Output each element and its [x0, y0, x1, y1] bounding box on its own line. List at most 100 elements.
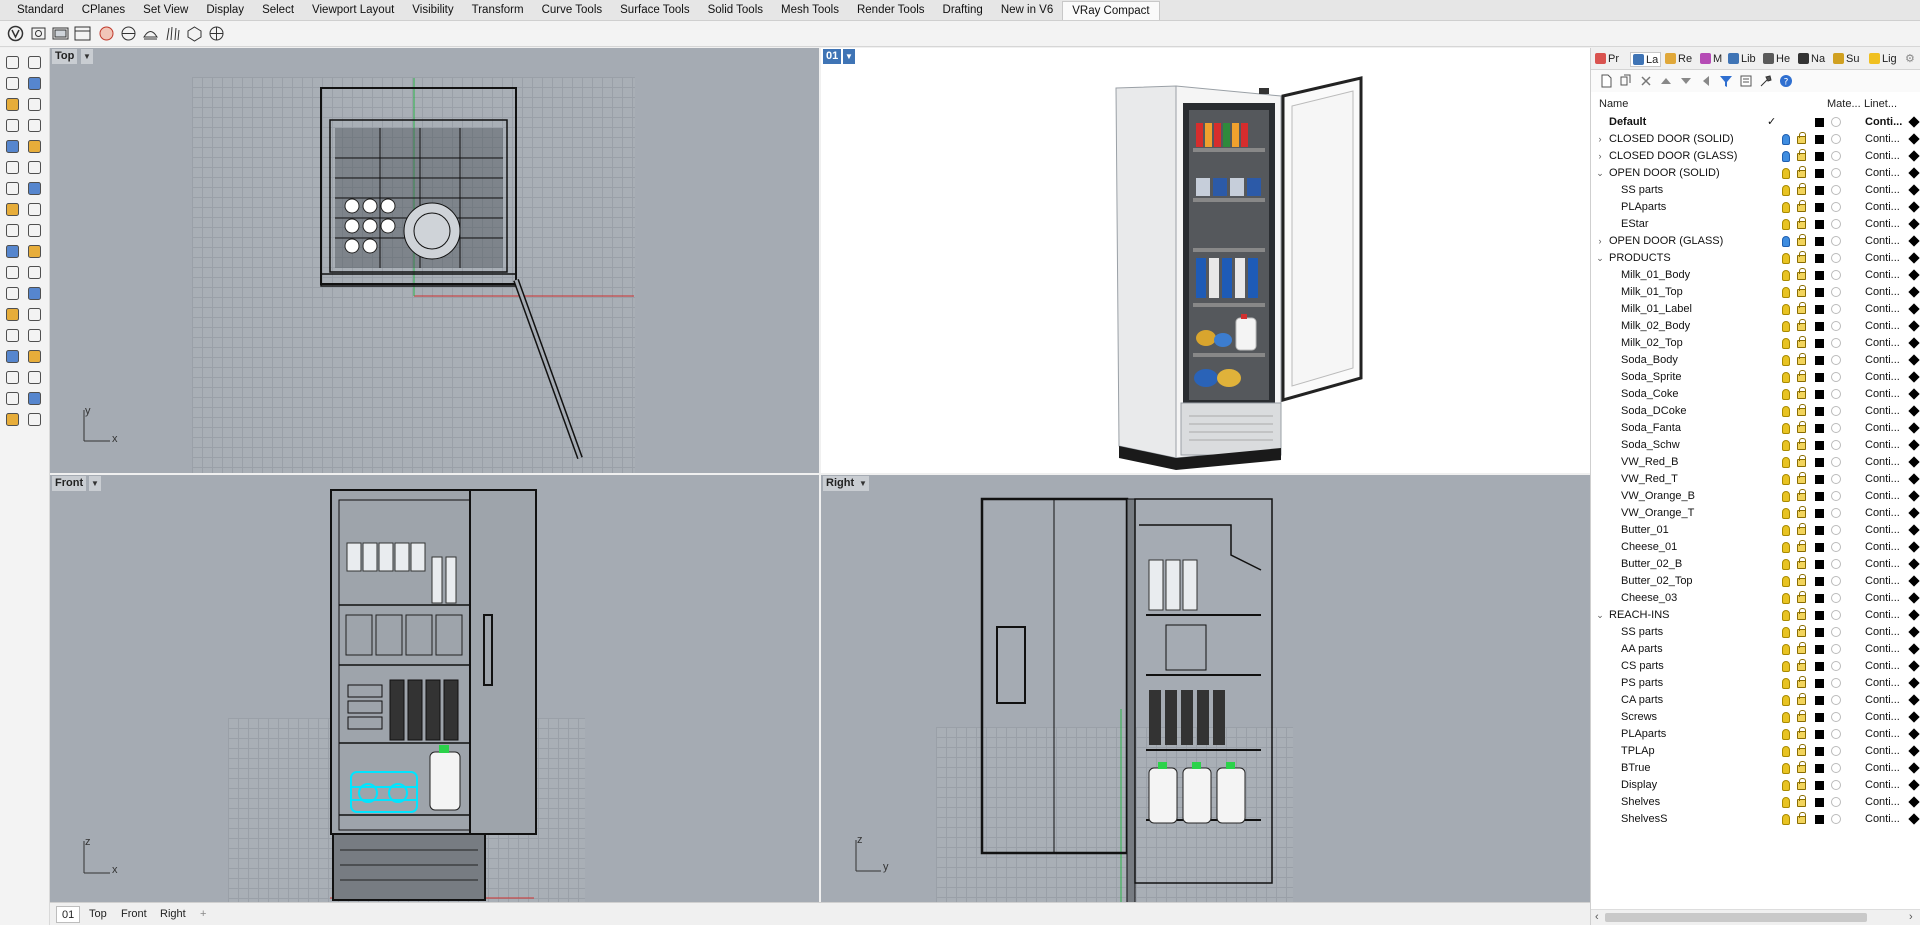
layer-row[interactable]: Soda_Fanta Conti...: [1591, 420, 1920, 437]
visibility-bulb-icon[interactable]: [1782, 661, 1790, 672]
layer-color-swatch[interactable]: [1815, 764, 1824, 773]
material-swatch-icon[interactable]: [1831, 168, 1841, 178]
layer-color-swatch[interactable]: [1815, 526, 1824, 535]
panel-tab[interactable]: La: [1630, 52, 1662, 67]
lock-icon[interactable]: [1797, 676, 1806, 688]
viewport-tab[interactable]: Front: [116, 906, 152, 923]
lock-icon[interactable]: [1797, 217, 1806, 229]
lock-icon[interactable]: [1797, 234, 1806, 246]
layer-name[interactable]: Soda_Fanta: [1621, 420, 1681, 437]
add-viewport-tab-icon[interactable]: +: [195, 906, 211, 923]
print-color-diamond-icon[interactable]: [1908, 609, 1920, 621]
layer-row[interactable]: Soda_Coke Conti...: [1591, 386, 1920, 403]
material-swatch-icon[interactable]: [1831, 814, 1841, 824]
visibility-bulb-icon[interactable]: [1782, 797, 1790, 808]
layer-name[interactable]: Soda_Coke: [1621, 386, 1679, 403]
viewport-top[interactable]: Top ▼ y x: [50, 48, 819, 473]
layer-linetype[interactable]: Conti...: [1865, 692, 1900, 709]
layer-name[interactable]: PRODUCTS: [1609, 250, 1671, 267]
layer-name[interactable]: OPEN DOOR (SOLID): [1609, 165, 1720, 182]
panel-tab[interactable]: He: [1763, 52, 1790, 67]
layer-name[interactable]: VW_Orange_B: [1621, 488, 1695, 505]
layer-row[interactable]: PS parts Conti...: [1591, 675, 1920, 692]
visibility-bulb-icon[interactable]: [1782, 287, 1790, 298]
layer-color-swatch[interactable]: [1815, 815, 1824, 824]
layer-linetype[interactable]: Conti...: [1865, 114, 1902, 131]
panel-tab[interactable]: Na: [1798, 52, 1825, 67]
layer-linetype[interactable]: Conti...: [1865, 250, 1900, 267]
move-icon[interactable]: [4, 285, 21, 302]
lock-icon[interactable]: [1797, 557, 1806, 569]
surface-icon[interactable]: [4, 159, 21, 176]
print-color-diamond-icon[interactable]: [1908, 133, 1920, 145]
print-color-diamond-icon[interactable]: [1908, 439, 1920, 451]
layer-name[interactable]: Default: [1609, 114, 1646, 131]
rotate-icon[interactable]: [26, 285, 43, 302]
layer-name[interactable]: Butter_01: [1621, 522, 1669, 539]
visibility-bulb-icon[interactable]: [1782, 440, 1790, 451]
proxy-icon[interactable]: [185, 24, 204, 43]
layer-linetype[interactable]: Conti...: [1865, 318, 1900, 335]
mesh-icon[interactable]: [4, 222, 21, 239]
print-color-diamond-icon[interactable]: [1908, 694, 1920, 706]
layer-name[interactable]: Soda_DCoke: [1621, 403, 1686, 420]
lock-icon[interactable]: [1797, 421, 1806, 433]
rectangle-icon[interactable]: [26, 75, 43, 92]
layer-row[interactable]: › CLOSED DOOR (GLASS) Conti...: [1591, 148, 1920, 165]
layer-name[interactable]: CLOSED DOOR (SOLID): [1609, 131, 1734, 148]
layer-linetype[interactable]: Conti...: [1865, 709, 1900, 726]
render-mesh-icon[interactable]: [26, 222, 43, 239]
layer-row[interactable]: Soda_DCoke Conti...: [1591, 403, 1920, 420]
lock-icon[interactable]: [1797, 166, 1806, 178]
lock-icon[interactable]: [1797, 387, 1806, 399]
material-swatch-icon[interactable]: [1831, 644, 1841, 654]
material-swatch-icon[interactable]: [1831, 763, 1841, 773]
lock-icon[interactable]: [1797, 506, 1806, 518]
visibility-bulb-icon[interactable]: [1782, 151, 1790, 162]
check-icon[interactable]: [26, 390, 43, 407]
layer-color-swatch[interactable]: [1815, 543, 1824, 552]
layer-linetype[interactable]: Conti...: [1865, 624, 1900, 641]
visibility-bulb-icon[interactable]: [1782, 610, 1790, 621]
print-color-diamond-icon[interactable]: [1908, 762, 1920, 774]
material-swatch-icon[interactable]: [1831, 678, 1841, 688]
circle-icon[interactable]: [4, 96, 21, 113]
layer-name[interactable]: CS parts: [1621, 658, 1664, 675]
visibility-bulb-icon[interactable]: [1782, 627, 1790, 638]
layer-name[interactable]: Soda_Body: [1621, 352, 1678, 369]
lock-icon[interactable]: [1797, 183, 1806, 195]
panel-settings-gear-icon[interactable]: ⚙: [1905, 52, 1915, 67]
layer-color-swatch[interactable]: [1815, 407, 1824, 416]
layer-row[interactable]: Soda_Schw Conti...: [1591, 437, 1920, 454]
group-icon[interactable]: [26, 348, 43, 365]
layer-color-swatch[interactable]: [1815, 186, 1824, 195]
visibility-bulb-icon[interactable]: [1782, 746, 1790, 757]
panel-tab[interactable]: Lig: [1869, 52, 1897, 67]
ribbon-tab[interactable]: Drafting: [934, 1, 992, 20]
grid-icon[interactable]: [4, 369, 21, 386]
material-swatch-icon[interactable]: [1831, 457, 1841, 467]
layer-color-swatch[interactable]: [1815, 662, 1824, 671]
layer-row[interactable]: PLAparts Conti...: [1591, 199, 1920, 216]
scroll-right-icon[interactable]: ›: [1909, 911, 1913, 923]
layer-color-swatch[interactable]: [1815, 135, 1824, 144]
layer-name[interactable]: ShelvesS: [1621, 811, 1667, 828]
lock-icon[interactable]: [1797, 302, 1806, 314]
visibility-bulb-icon[interactable]: [1782, 593, 1790, 604]
layer-linetype[interactable]: Conti...: [1865, 522, 1900, 539]
move-up-icon[interactable]: [1659, 74, 1673, 88]
material-swatch-icon[interactable]: [1831, 117, 1841, 127]
print-color-diamond-icon[interactable]: [1908, 643, 1920, 655]
ribbon-tab[interactable]: Set View: [134, 1, 197, 20]
layer-linetype[interactable]: Conti...: [1865, 658, 1900, 675]
layer-color-swatch[interactable]: [1815, 628, 1824, 637]
material-swatch-icon[interactable]: [1831, 440, 1841, 450]
panel-tab[interactable]: Pr: [1595, 52, 1619, 67]
layer-color-swatch[interactable]: [1815, 611, 1824, 620]
visibility-bulb-icon[interactable]: [1782, 780, 1790, 791]
layer-color-swatch[interactable]: [1815, 696, 1824, 705]
layer-color-swatch[interactable]: [1815, 645, 1824, 654]
layer-properties-icon[interactable]: [1739, 74, 1753, 88]
ribbon-tab[interactable]: Select: [253, 1, 303, 20]
material-swatch-icon[interactable]: [1831, 338, 1841, 348]
